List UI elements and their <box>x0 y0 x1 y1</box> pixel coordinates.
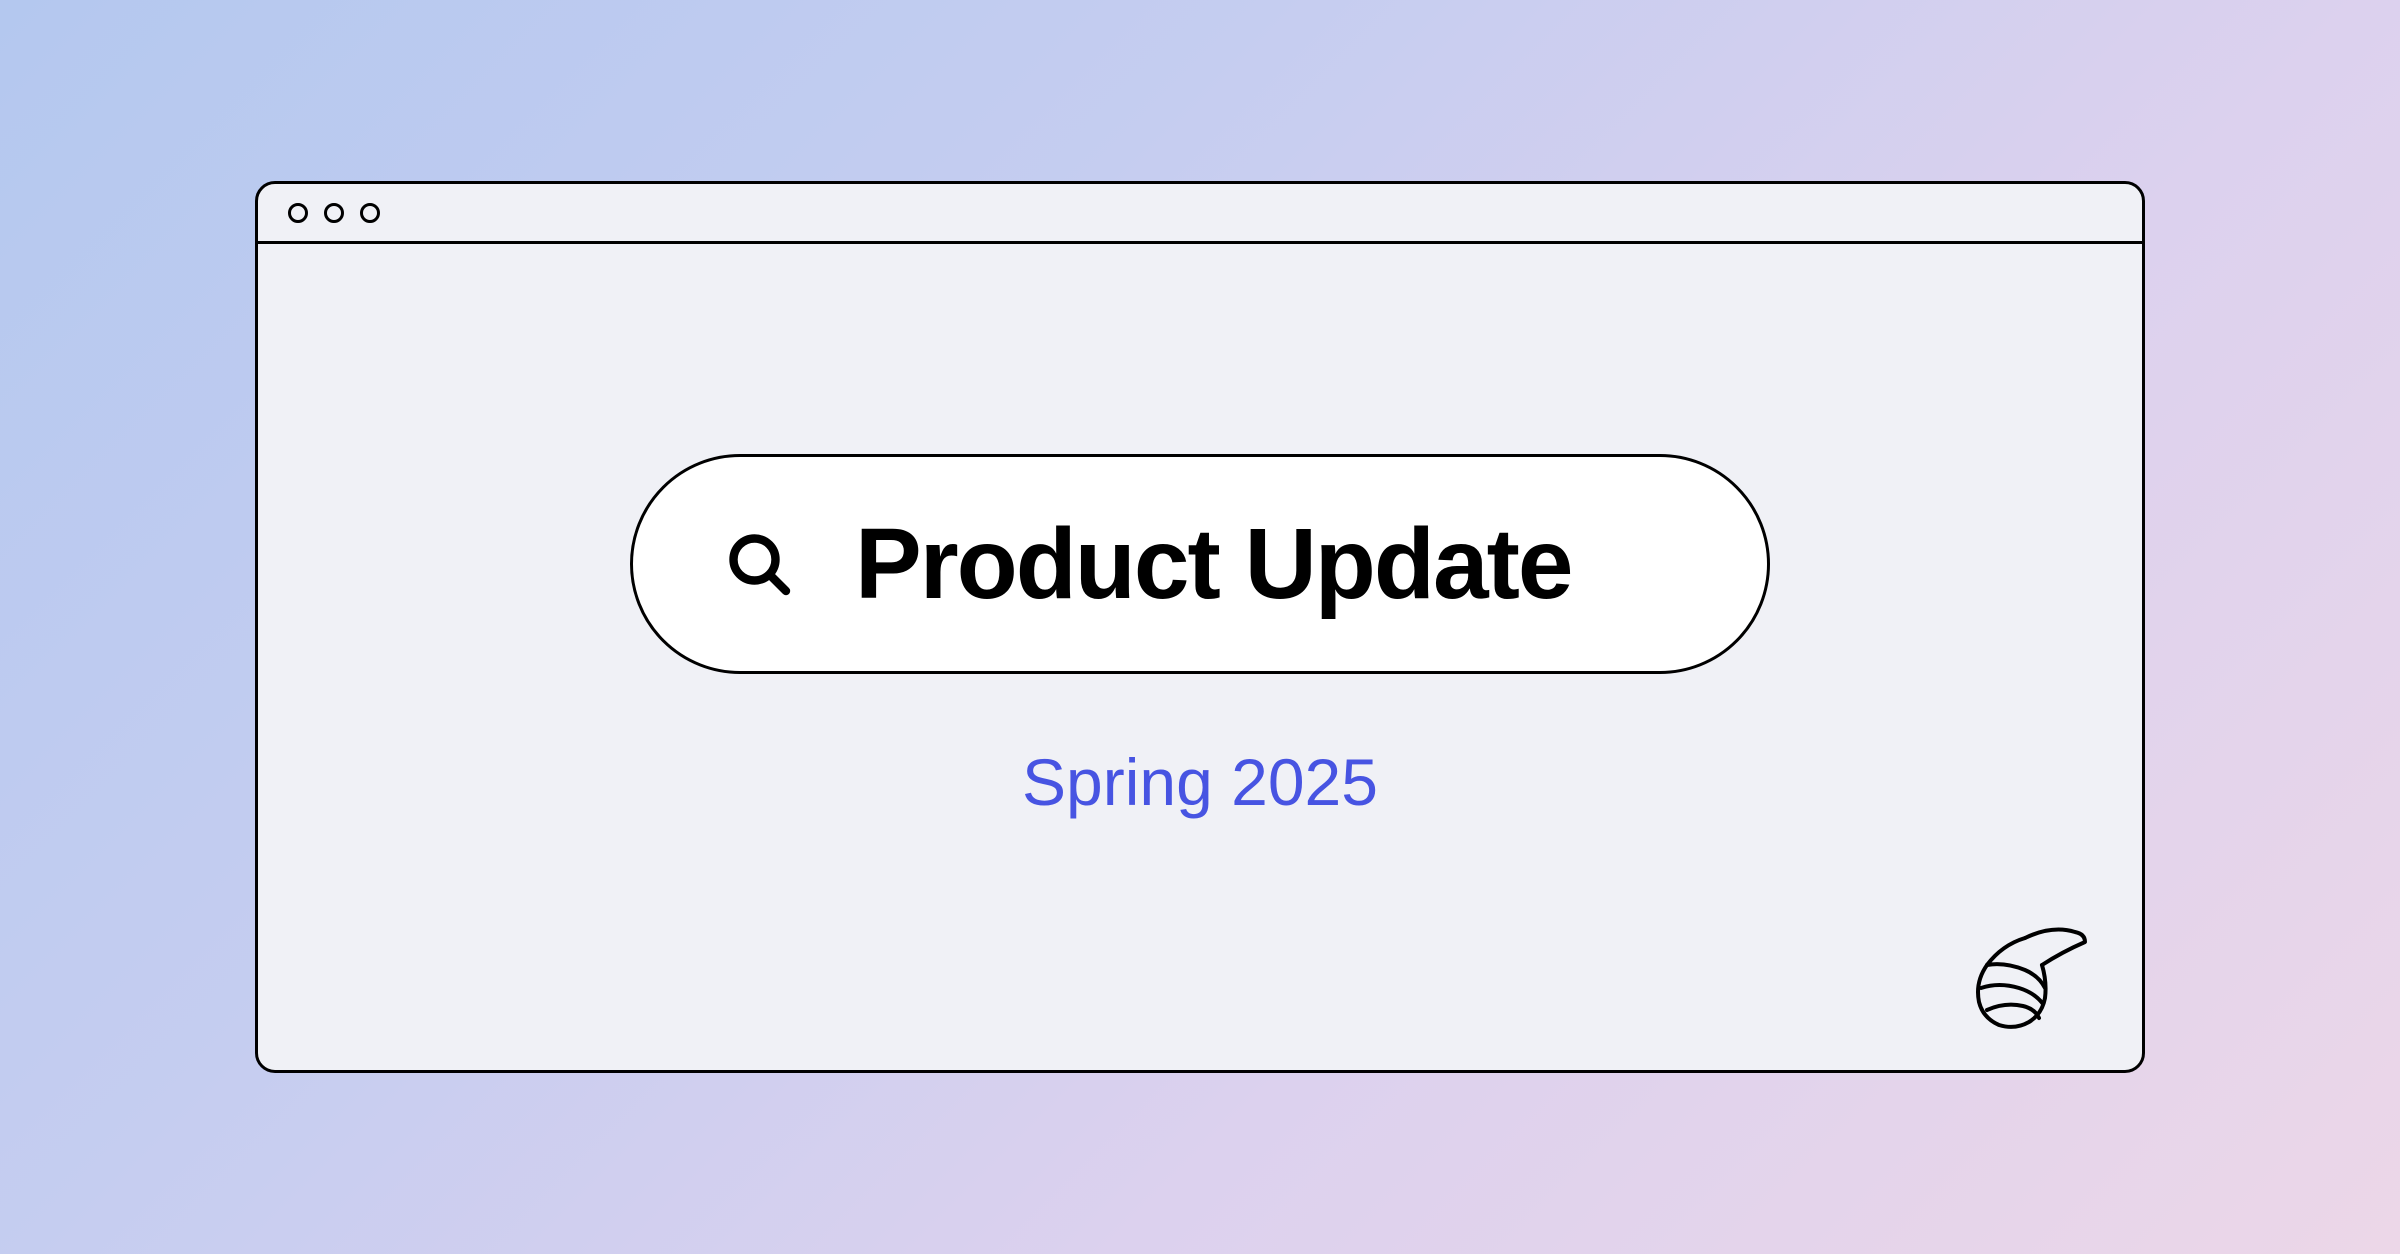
search-icon <box>723 528 795 600</box>
minimize-icon[interactable] <box>324 203 344 223</box>
close-icon[interactable] <box>288 203 308 223</box>
subtitle: Spring 2025 <box>1022 744 1378 820</box>
traffic-lights <box>288 203 380 223</box>
search-text: Product Update <box>855 507 1571 622</box>
title-bar <box>258 184 2142 244</box>
search-box[interactable]: Product Update <box>630 454 1770 674</box>
browser-window: Product Update Spring 2025 <box>255 181 2145 1073</box>
maximize-icon[interactable] <box>360 203 380 223</box>
window-content: Product Update Spring 2025 <box>258 244 2142 1070</box>
hummingbird-logo-icon <box>1957 910 2097 1040</box>
